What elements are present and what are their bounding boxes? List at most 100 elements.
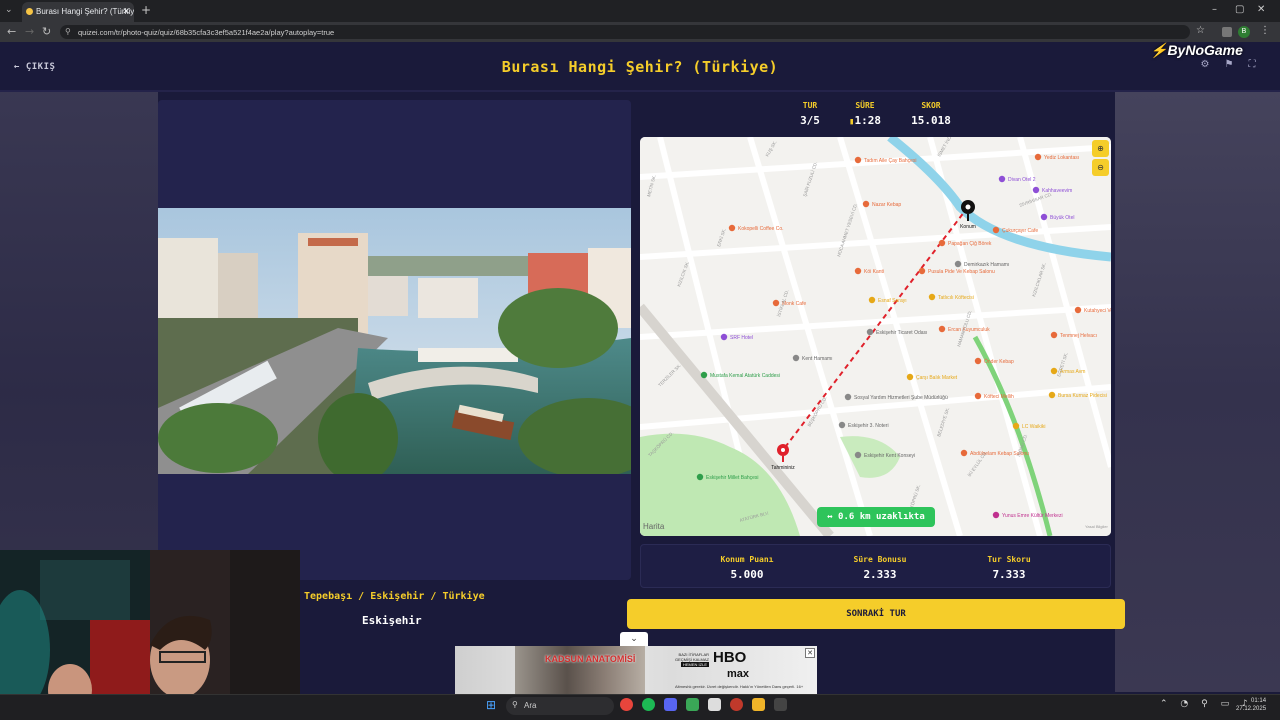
map-poi-marker[interactable] — [938, 239, 946, 247]
map-poi-marker[interactable] — [854, 451, 862, 459]
map-poi-marker[interactable] — [992, 226, 1000, 234]
map-poi-marker[interactable] — [1040, 213, 1048, 221]
map-poi-marker[interactable] — [792, 354, 800, 362]
map-poi-marker[interactable] — [854, 156, 862, 164]
result-map[interactable]: Tadım Aile Çay Bahçesi Yediz Lokantası Div… — [640, 137, 1111, 536]
city-photo — [158, 208, 631, 474]
minimize-icon[interactable]: – — [1212, 4, 1217, 15]
map-poi-marker[interactable] — [974, 357, 982, 365]
map-poi-marker[interactable] — [906, 373, 914, 381]
map-poi-label: Kokopelli Coffee Co. — [738, 226, 784, 232]
round-value: 3/5 — [800, 114, 820, 127]
explorer-taskbar-icon[interactable] — [752, 698, 765, 711]
discord-taskbar-icon[interactable] — [664, 698, 677, 711]
map-poi-marker[interactable] — [1034, 153, 1042, 161]
ad-collapse-icon[interactable]: ⌄ — [620, 632, 648, 646]
map-poi-marker[interactable] — [728, 224, 736, 232]
zoom-out-icon[interactable]: ⊖ — [1092, 159, 1109, 176]
browser-menu-icon[interactable]: ⋮ — [1260, 25, 1270, 36]
map-poi-marker[interactable] — [720, 333, 728, 341]
ad-logo-max: max — [727, 668, 750, 680]
map-legal-link[interactable]: Yasal Bilgiler — [1085, 524, 1108, 529]
maximize-icon[interactable]: ▢ — [1235, 4, 1244, 15]
map-poi-marker[interactable] — [854, 267, 862, 275]
map-poi-marker[interactable] — [772, 299, 780, 307]
report-flag-icon[interactable]: ⚑ — [1221, 59, 1237, 73]
map-poi-marker[interactable] — [928, 293, 936, 301]
map-poi-label: Sosyal Yardım Hizmetleri Şube Müdürlüğü — [854, 395, 948, 401]
ad-title: KADSUN ANATOMİSİ — [545, 654, 636, 664]
round-label: TUR — [802, 101, 818, 110]
ad-tagline: BAZI İTİRAFLAR GEÇMİŞİ KALMAZ HEMEN İZLE — [671, 652, 709, 667]
background-photo-right — [1115, 92, 1280, 692]
window-close-icon[interactable]: ✕ — [1257, 4, 1265, 15]
new-tab-icon[interactable]: + — [141, 3, 151, 17]
chrome-taskbar-icon[interactable] — [620, 698, 633, 711]
site-info-icon[interactable]: ⚲ — [65, 27, 71, 36]
back-icon[interactable]: ← — [7, 25, 16, 38]
map-poi-marker[interactable] — [954, 260, 962, 268]
map-poi-marker[interactable] — [974, 392, 982, 400]
extension-icon[interactable] — [1222, 27, 1232, 37]
map-poi-marker[interactable] — [1050, 331, 1058, 339]
spotify-taskbar-icon[interactable] — [642, 698, 655, 711]
app3-taskbar-icon[interactable] — [774, 698, 787, 711]
map-poi-marker[interactable] — [998, 175, 1006, 183]
taskbar-search-input[interactable]: Ara — [506, 697, 614, 715]
map-poi-label: Eskişehir Kent Konseyi — [864, 453, 915, 459]
app2-taskbar-icon[interactable] — [730, 698, 743, 711]
tab-search-icon[interactable]: ⌄ — [5, 5, 13, 15]
advertisement-banner[interactable]: KADSUN ANATOMİSİ BAZI İTİRAFLAR GEÇMİŞİ … — [455, 646, 817, 694]
tab-favicon-icon — [26, 8, 33, 15]
ad-tagline-text: BAZI İTİRAFLAR GEÇMİŞİ KALMAZ — [674, 652, 709, 662]
taskbar-clock[interactable]: 01:14 27.12.2025 — [1236, 697, 1266, 713]
ad-logo-hbo: HBO — [713, 649, 747, 666]
map-poi-label: Papağan Çiğ Börek — [948, 241, 992, 247]
next-round-button[interactable]: SONRAKİ TUR — [627, 599, 1125, 629]
reload-icon[interactable]: ↻ — [42, 25, 51, 38]
map-poi-marker[interactable] — [866, 328, 874, 336]
map-poi-marker[interactable] — [844, 393, 852, 401]
map-poi-label: Kent Hamamı — [802, 356, 833, 362]
ad-close-icon[interactable]: ✕ — [805, 648, 815, 658]
map-poi-label: Köi Kanti — [864, 269, 884, 275]
score-label: SKOR — [921, 101, 941, 110]
map-poi-marker[interactable] — [1032, 186, 1040, 194]
url-field[interactable]: quizei.com/tr/photo-quiz/quiz/68b35cfa3c… — [60, 25, 1190, 39]
map-poi-label: Mustafa Kemal Atatürk Caddesi — [710, 373, 780, 379]
zoom-in-icon[interactable]: ⊕ — [1092, 140, 1109, 157]
map-poi-marker[interactable] — [992, 511, 1000, 519]
obs-taskbar-icon[interactable] — [708, 698, 721, 711]
map-poi-marker[interactable] — [838, 421, 846, 429]
map-poi-marker[interactable] — [1048, 391, 1056, 399]
tab-close-icon[interactable]: ✕ — [122, 6, 130, 17]
forward-icon[interactable]: → — [25, 25, 34, 38]
map-attribution: Harita — [643, 522, 664, 531]
browser-tab[interactable]: Burası Hangi Şehir? (Türkiye) - Q ✕ — [22, 2, 134, 22]
map-poi-label: Pusula Pide Ve Kebap Salonu — [928, 269, 995, 275]
map-poi-marker[interactable] — [918, 267, 926, 275]
ad-disclaimer: Altmeshk gerekir. Ücret değişkendir. Hak… — [675, 684, 804, 689]
app-taskbar-icon[interactable] — [686, 698, 699, 711]
clock-date: 27.12.2025 — [1236, 706, 1267, 712]
map-poi-marker[interactable] — [1074, 306, 1082, 314]
settings-icon[interactable]: ⚙ — [1197, 59, 1213, 73]
time-value: ▮1:28 — [840, 114, 890, 127]
map-poi-marker[interactable] — [862, 200, 870, 208]
start-menu-icon[interactable]: ⊞ — [486, 698, 500, 712]
map-poi-marker[interactable] — [960, 449, 968, 457]
bookmark-star-icon[interactable]: ☆ — [1196, 25, 1205, 36]
map-poi-label: Köfteci Mellih — [984, 394, 1014, 400]
map-poi-marker[interactable] — [696, 473, 704, 481]
map-poi-marker[interactable] — [700, 371, 708, 379]
map-poi-marker[interactable] — [938, 325, 946, 333]
map-poi-marker[interactable] — [868, 296, 876, 304]
browser-tab-strip — [0, 0, 1280, 22]
fullscreen-icon[interactable]: ⛶ — [1244, 59, 1260, 73]
tab-title: Burası Hangi Şehir? (Türkiye) - Q — [36, 7, 134, 16]
guess-pin-label: Tahmininiz — [771, 465, 795, 471]
profile-avatar[interactable]: B — [1238, 26, 1250, 38]
brand-by: By — [1167, 42, 1186, 58]
time-value-text: 1:28 — [854, 114, 881, 127]
map-poi-marker[interactable] — [1012, 422, 1020, 430]
